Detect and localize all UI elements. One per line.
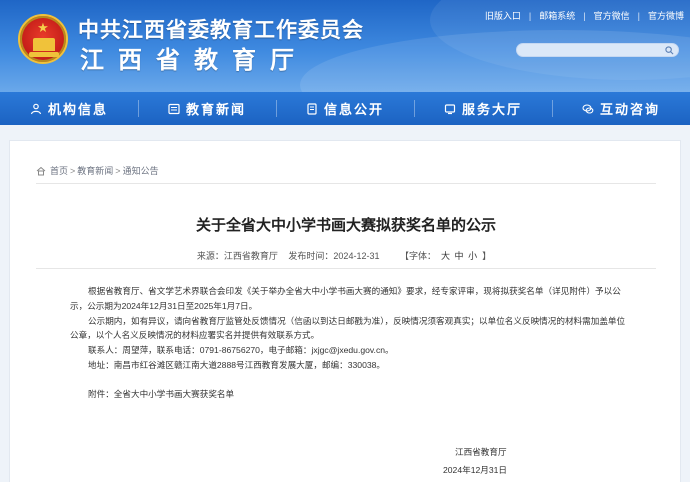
divider	[36, 268, 656, 269]
article-title: 关于全省大中小学书画大赛拟获奖名单的公示	[195, 217, 496, 234]
divider: |	[637, 10, 640, 21]
breadcrumb-news[interactable]: 教育新闻	[77, 164, 113, 177]
breadcrumb: 首页 > 教育新闻 > 通知公告	[36, 164, 159, 177]
emblem-base	[29, 52, 59, 57]
article-panel: 首页 > 教育新闻 > 通知公告 关于全省大中小学书画大赛拟获奖名单的公示 来源…	[9, 140, 681, 482]
breadcrumb-notices[interactable]: 通知公告	[123, 164, 159, 177]
mail-system-link[interactable]: 邮箱系统	[539, 9, 575, 22]
font-size-large[interactable]: 大	[441, 251, 450, 261]
site-header: ★ 中共江西省委教育工作委员会 江西省教育厅 旧版入口 | 邮箱系统 | 官方微…	[0, 0, 690, 92]
font-size-close: 】	[482, 251, 492, 261]
chevron-right-icon: >	[115, 165, 121, 176]
nav-item-disclosure[interactable]: 信息公开	[276, 92, 414, 125]
address-line: 地址：南昌市红谷滩区赣江南大道2888号江西教育发展大厦，邮编：330038。	[88, 359, 386, 370]
official-wechat-link[interactable]: 官方微信	[594, 9, 630, 22]
nav-label: 教育新闻	[185, 102, 246, 117]
breadcrumb-home[interactable]: 首页	[50, 164, 68, 177]
contact-line: 联系人：周望萍，联系电话：0791-86756270，电子邮箱：jxjgc@jx…	[88, 345, 394, 356]
font-size-label: 【字体：	[399, 251, 436, 261]
signature-date: 2024年12月31日	[443, 465, 508, 475]
official-weibo-link[interactable]: 官方微博	[648, 9, 684, 22]
chat-icon	[582, 103, 594, 114]
news-icon	[168, 103, 180, 114]
nav-item-news[interactable]: 教育新闻	[138, 92, 276, 125]
attachment-link[interactable]: 附件：全省大中小学书画大赛获奖名单	[70, 387, 630, 402]
people-icon	[30, 103, 42, 114]
document-icon	[307, 102, 317, 115]
nav-item-service[interactable]: 服务大厅	[414, 92, 552, 125]
main-nav: 机构信息 教育新闻 信息公开 服务大厅 互动咨询	[0, 92, 690, 125]
search-icon[interactable]	[665, 46, 674, 55]
nav-label: 服务大厅	[461, 102, 522, 117]
paragraph: 公示期内，如有异议，请向省教育厅监管处反馈情况（信函以到达日邮戳为准），反映情况…	[70, 315, 626, 341]
chevron-right-icon: >	[70, 165, 76, 176]
font-size-medium[interactable]: 中	[455, 251, 464, 261]
gate-icon	[33, 38, 55, 51]
divider	[36, 183, 656, 184]
top-links: 旧版入口 | 邮箱系统 | 官方微信 | 官方微博	[485, 9, 684, 22]
nav-label: 机构信息	[47, 102, 108, 117]
star-icon: ★	[37, 21, 49, 36]
service-icon	[444, 103, 456, 114]
national-emblem-logo[interactable]: ★	[18, 14, 68, 64]
old-version-link[interactable]: 旧版入口	[485, 9, 521, 22]
source-label: 来源：江西省教育厅	[196, 251, 278, 261]
article-meta: 来源：江西省教育厅 发布时间：2024-12-31 【字体： 大 中 小】	[10, 249, 682, 262]
publish-time: 发布时间：2024-12-31	[288, 251, 380, 261]
nav-item-consult[interactable]: 互动咨询	[552, 92, 690, 125]
paragraph: 根据省教育厅、省文学艺术界联合会印发《关于举办全省大中小学书画大赛的通知》要求，…	[70, 286, 621, 311]
nav-label: 互动咨询	[599, 102, 660, 117]
home-icon	[36, 166, 46, 175]
nav-item-organization[interactable]: 机构信息	[0, 92, 138, 125]
font-size-small[interactable]: 小	[468, 251, 477, 261]
font-size-control: 【字体： 大 中 小】	[396, 251, 495, 261]
search-input[interactable]	[516, 43, 679, 57]
article-body: 根据省教育厅、省文学艺术界联合会印发《关于举办全省大中小学书画大赛的通知》要求，…	[70, 284, 630, 402]
divider: |	[583, 10, 586, 21]
dept-name[interactable]: 江西省教育厅	[80, 40, 308, 75]
divider: |	[528, 10, 532, 21]
signature-org: 江西省教育厅	[455, 447, 507, 457]
nav-label: 信息公开	[323, 102, 384, 117]
